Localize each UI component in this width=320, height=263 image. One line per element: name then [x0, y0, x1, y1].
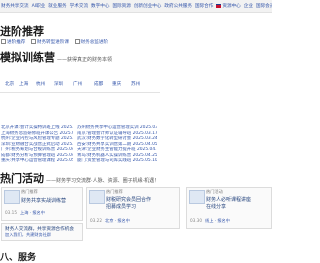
checkbox-icon	[74, 39, 80, 44]
city-tab-suzhou[interactable]: 苏州	[131, 81, 140, 87]
advanced-links: 进阶推荐 财务转型进阶课 财务总监进阶	[1, 39, 112, 45]
list-item[interactable]: 重庆:共享中心运营管理课程 2025.05.06 09:00	[1, 158, 73, 164]
top-nav-link[interactable]: 国际资源	[112, 4, 130, 9]
top-nav-link[interactable]: 创新创业中心	[134, 4, 162, 9]
training-list-right: 苏州财务共享中心运营管理实训 2025.03.10 14:00 南京:管理会计师…	[77, 125, 157, 164]
top-nav-link[interactable]: 企业	[244, 4, 253, 9]
advanced-section-title: 进阶推荐	[0, 25, 44, 38]
list-item[interactable]: 北京开课:会计实操特训班上线 2025.03.08 09:00	[1, 125, 73, 131]
top-nav-link[interactable]: 国际合作	[195, 4, 213, 9]
city-tab-chengdu[interactable]: 成都	[94, 81, 103, 87]
top-nav-links: 财务共享交流 AI职业 就业服务 学术交流 数字中心 国际资源 创新创业中心 政府公共服务 国际…	[1, 3, 272, 9]
list-item[interactable]: 杭州:企业内控与风险管理专题 2025.03.22 09:30	[1, 136, 73, 142]
event-card-2[interactable]: 热门推荐 财税研究会员回合作 招募成员学习 03.22 北京 · 报名中	[86, 187, 180, 229]
top-nav-link[interactable]: 政府公共服务	[164, 4, 192, 9]
event-card-1[interactable]: 热门推荐 财务共享实战训练营 03.15 上海 · 报名中	[1, 187, 83, 221]
city-tab-shenzhen[interactable]: 深圳	[54, 81, 63, 87]
event-title[interactable]: 财税研究会员回合作	[106, 196, 151, 203]
flag-icon	[216, 3, 222, 8]
list-item[interactable]: 武汉:财务数字化转型研讨会 2025.03.24 14:00	[77, 136, 157, 142]
city-tab-beijing[interactable]: 北京	[5, 81, 14, 87]
training-section-title: 模拟训练营 ——获得真正的财务本领	[0, 51, 113, 64]
event-title[interactable]: 财务共享实战训练营	[21, 197, 66, 204]
events-subtitle: ——财务学习交流群·人脉、资源、圈子机缘·机遇！	[46, 178, 160, 184]
top-nav-link[interactable]: 财务共享交流	[1, 4, 29, 9]
top-nav-bar: 财务共享交流 AI职业 就业服务 学术交流 数字中心 国际资源 创新创业中心 政府公共服务 国际…	[0, 0, 272, 13]
event-meta: 03.22 北京 · 报名中	[90, 218, 130, 223]
top-nav-link[interactable]: 资源中心	[222, 4, 240, 9]
advanced-link-1[interactable]: 进阶推荐	[1, 39, 27, 45]
top-nav-link[interactable]: 学术交流	[70, 4, 88, 9]
list-item[interactable]: 广州:税务筹划与合规训练营 2025.04.12 09:00	[1, 147, 73, 153]
event-title[interactable]: 财务人必听课程讲座	[206, 196, 251, 203]
city-tab-chongqing[interactable]: 重庆	[112, 81, 121, 87]
events-section-title: 热门活动 ——财务学习交流群·人脉、资源、圈子机缘·机遇！	[0, 172, 160, 185]
city-tab-hangzhou[interactable]: 杭州	[36, 81, 45, 87]
training-subtitle: ——获得真正的财务本领	[57, 57, 113, 63]
training-list-left: 北京开课:会计实操特训班上线 2025.03.08 09:00 上海财务总监研修…	[1, 125, 73, 164]
event-meta: 03.15 上海 · 报名中	[5, 210, 45, 215]
event-tag: 热门推荐	[106, 189, 123, 194]
top-nav-link[interactable]: 就业服务	[48, 4, 66, 9]
top-nav-link[interactable]: 数字中心	[91, 4, 109, 9]
advanced-link-2[interactable]: 财务转型进阶课	[30, 39, 71, 45]
event-subtitle: 招募成员学习	[106, 204, 137, 210]
event-card-3[interactable]: 热门活动 财务人必听课程讲座 在线分享 03.30 线上 · 报名中	[186, 187, 272, 229]
bottom-section-title: 八、服务	[0, 253, 37, 263]
event-thumbnail	[89, 190, 105, 204]
event-tag: 热门活动	[206, 189, 223, 194]
top-nav-link[interactable]: AI职业	[32, 4, 46, 9]
list-item[interactable]: 厦门:资金管理与司库实践班 2025.05.10 09:00	[77, 158, 157, 164]
list-item[interactable]: 天津:企业财务主管能力提升班 2025.04.16 09:30	[77, 147, 157, 153]
top-nav-link[interactable]: 国际会员	[256, 4, 272, 9]
checkbox-icon	[1, 39, 6, 44]
event-thumbnail	[4, 190, 20, 204]
city-tab-guangzhou[interactable]: 广州	[73, 81, 82, 87]
event-subtitle: 在线分享	[206, 204, 227, 210]
advanced-link-3[interactable]: 财务总监进阶	[74, 39, 111, 45]
city-tab-shanghai[interactable]: 上海	[19, 81, 28, 87]
event-meta: 03.30 线上 · 报名中	[190, 218, 230, 223]
list-item[interactable]: 苏州财务共享中心运营管理实训 2025.03.10 14:00	[77, 125, 157, 131]
event-thumbnail	[189, 190, 205, 204]
event-card-footer[interactable]: 财务人交流群，共享资源合作机会 加入我们，共建财务社群	[1, 223, 83, 241]
divider	[0, 92, 160, 93]
checkbox-icon	[30, 39, 36, 44]
event-tag: 热门推荐	[21, 189, 38, 194]
